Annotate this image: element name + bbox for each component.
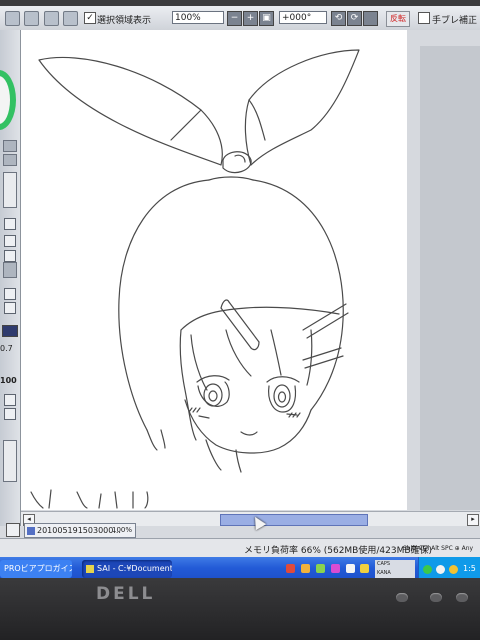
canvas-shadow [420,46,480,510]
toolbar: ✓ 選択領域表示 100% − + ▣ +000° ⟲ ⟳ 反転 手ブレ補正 [0,6,480,31]
zoom-field[interactable]: 100% [172,11,224,24]
panel-scroll-track-2[interactable] [3,440,17,482]
document-zoom: 100% [111,526,132,534]
volume-icon[interactable] [436,565,445,574]
tray-app-icon[interactable] [330,564,340,573]
select-icon[interactable] [24,11,39,26]
new-icon[interactable] [5,11,20,26]
panel-button-6[interactable] [4,394,16,406]
tray-app-icon[interactable] [286,564,295,573]
clear-icon[interactable] [63,11,78,26]
monitor-bezel-bottom [0,578,480,640]
panel-button-1[interactable] [4,218,16,230]
security-icon[interactable] [449,565,458,574]
clock: 1:5 [463,564,476,573]
ime-bar[interactable]: CAPS KANA [375,560,415,579]
zoom-in-button[interactable]: + [243,11,258,26]
brush-size-value: 0.7 [0,344,13,353]
panel-slider-3[interactable] [3,262,17,278]
rotate-right-button[interactable]: ⟳ [347,11,362,26]
zoom-out-button[interactable]: − [227,11,242,26]
panel-button-2[interactable] [4,235,16,247]
flip-button[interactable]: 反転 [386,11,410,27]
panel-button-3[interactable] [4,250,16,262]
monitor-button-2[interactable] [430,593,442,602]
taskbar-item-sai-label: SAI - C:¥Documents ... [97,564,172,573]
rotation-field[interactable]: +000° [279,11,327,24]
sai-app-icon [86,564,94,573]
taskbar-item-1[interactable]: PROビアプロガイス... [0,560,72,578]
panel-scroll-track[interactable] [3,172,17,208]
tray-app-icon[interactable] [315,564,325,573]
stabilizer-label: 手ブレ補正 [432,16,478,26]
drawing-canvas[interactable] [21,30,407,510]
tray-app-icon[interactable] [360,564,370,573]
panel-button-4[interactable] [4,288,16,300]
line-art-drawing [30,49,360,509]
rotate-left-button[interactable]: ⟲ [331,11,346,26]
panel-button-7[interactable] [4,408,16,420]
color-wheel[interactable] [0,70,16,130]
taskbar-item-sai[interactable]: SAI - C:¥Documents ... [82,560,172,578]
document-tab[interactable]: 201005191503000... 100% [24,523,136,538]
status-bar: メモリ負荷率 66% (562MB使用/423MB確保) Shift Ctrl … [0,538,480,559]
navigator-icon[interactable] [6,523,20,537]
brush-color-swatch[interactable] [2,325,18,337]
ime-caps: CAPS [377,561,391,567]
zoom-reset-button[interactable]: ▣ [259,11,274,26]
panel-slider-2[interactable] [3,154,17,166]
quick-tray-icons [286,564,387,576]
panel-button-5[interactable] [4,302,16,314]
monitor-power-button[interactable] [456,593,468,602]
rotate-reset-button[interactable] [363,11,378,26]
show-selection-checkbox[interactable]: ✓ [84,12,96,24]
dell-logo: DELL [96,584,156,604]
stabilizer-checkbox[interactable] [418,12,430,24]
ime-kana: KANA [377,570,391,576]
scroll-thumb[interactable] [220,514,368,526]
brush-density-value: 100 [0,376,17,385]
monitor-button-1[interactable] [396,593,408,602]
left-tool-panel: 0.7 100 [0,30,21,526]
document-icon [27,526,35,535]
tray-app-icon[interactable] [300,564,310,573]
show-selection-label: 選択領域表示 [97,16,152,26]
modifier-keys-indicator: Shift Ctrl Alt SPC ⊕ Any [403,545,474,552]
tray-app-icon[interactable] [345,564,355,573]
panel-slider-1[interactable] [3,140,17,152]
network-icon[interactable] [423,565,432,574]
document-filename: 201005191503000... [37,526,121,535]
deselect-icon[interactable] [44,11,59,26]
screen: ✓ 選択領域表示 100% − + ▣ +000° ⟲ ⟳ 反転 手ブレ補正 0… [0,6,480,582]
scroll-right-arrow-icon[interactable]: ▸ [467,514,479,526]
